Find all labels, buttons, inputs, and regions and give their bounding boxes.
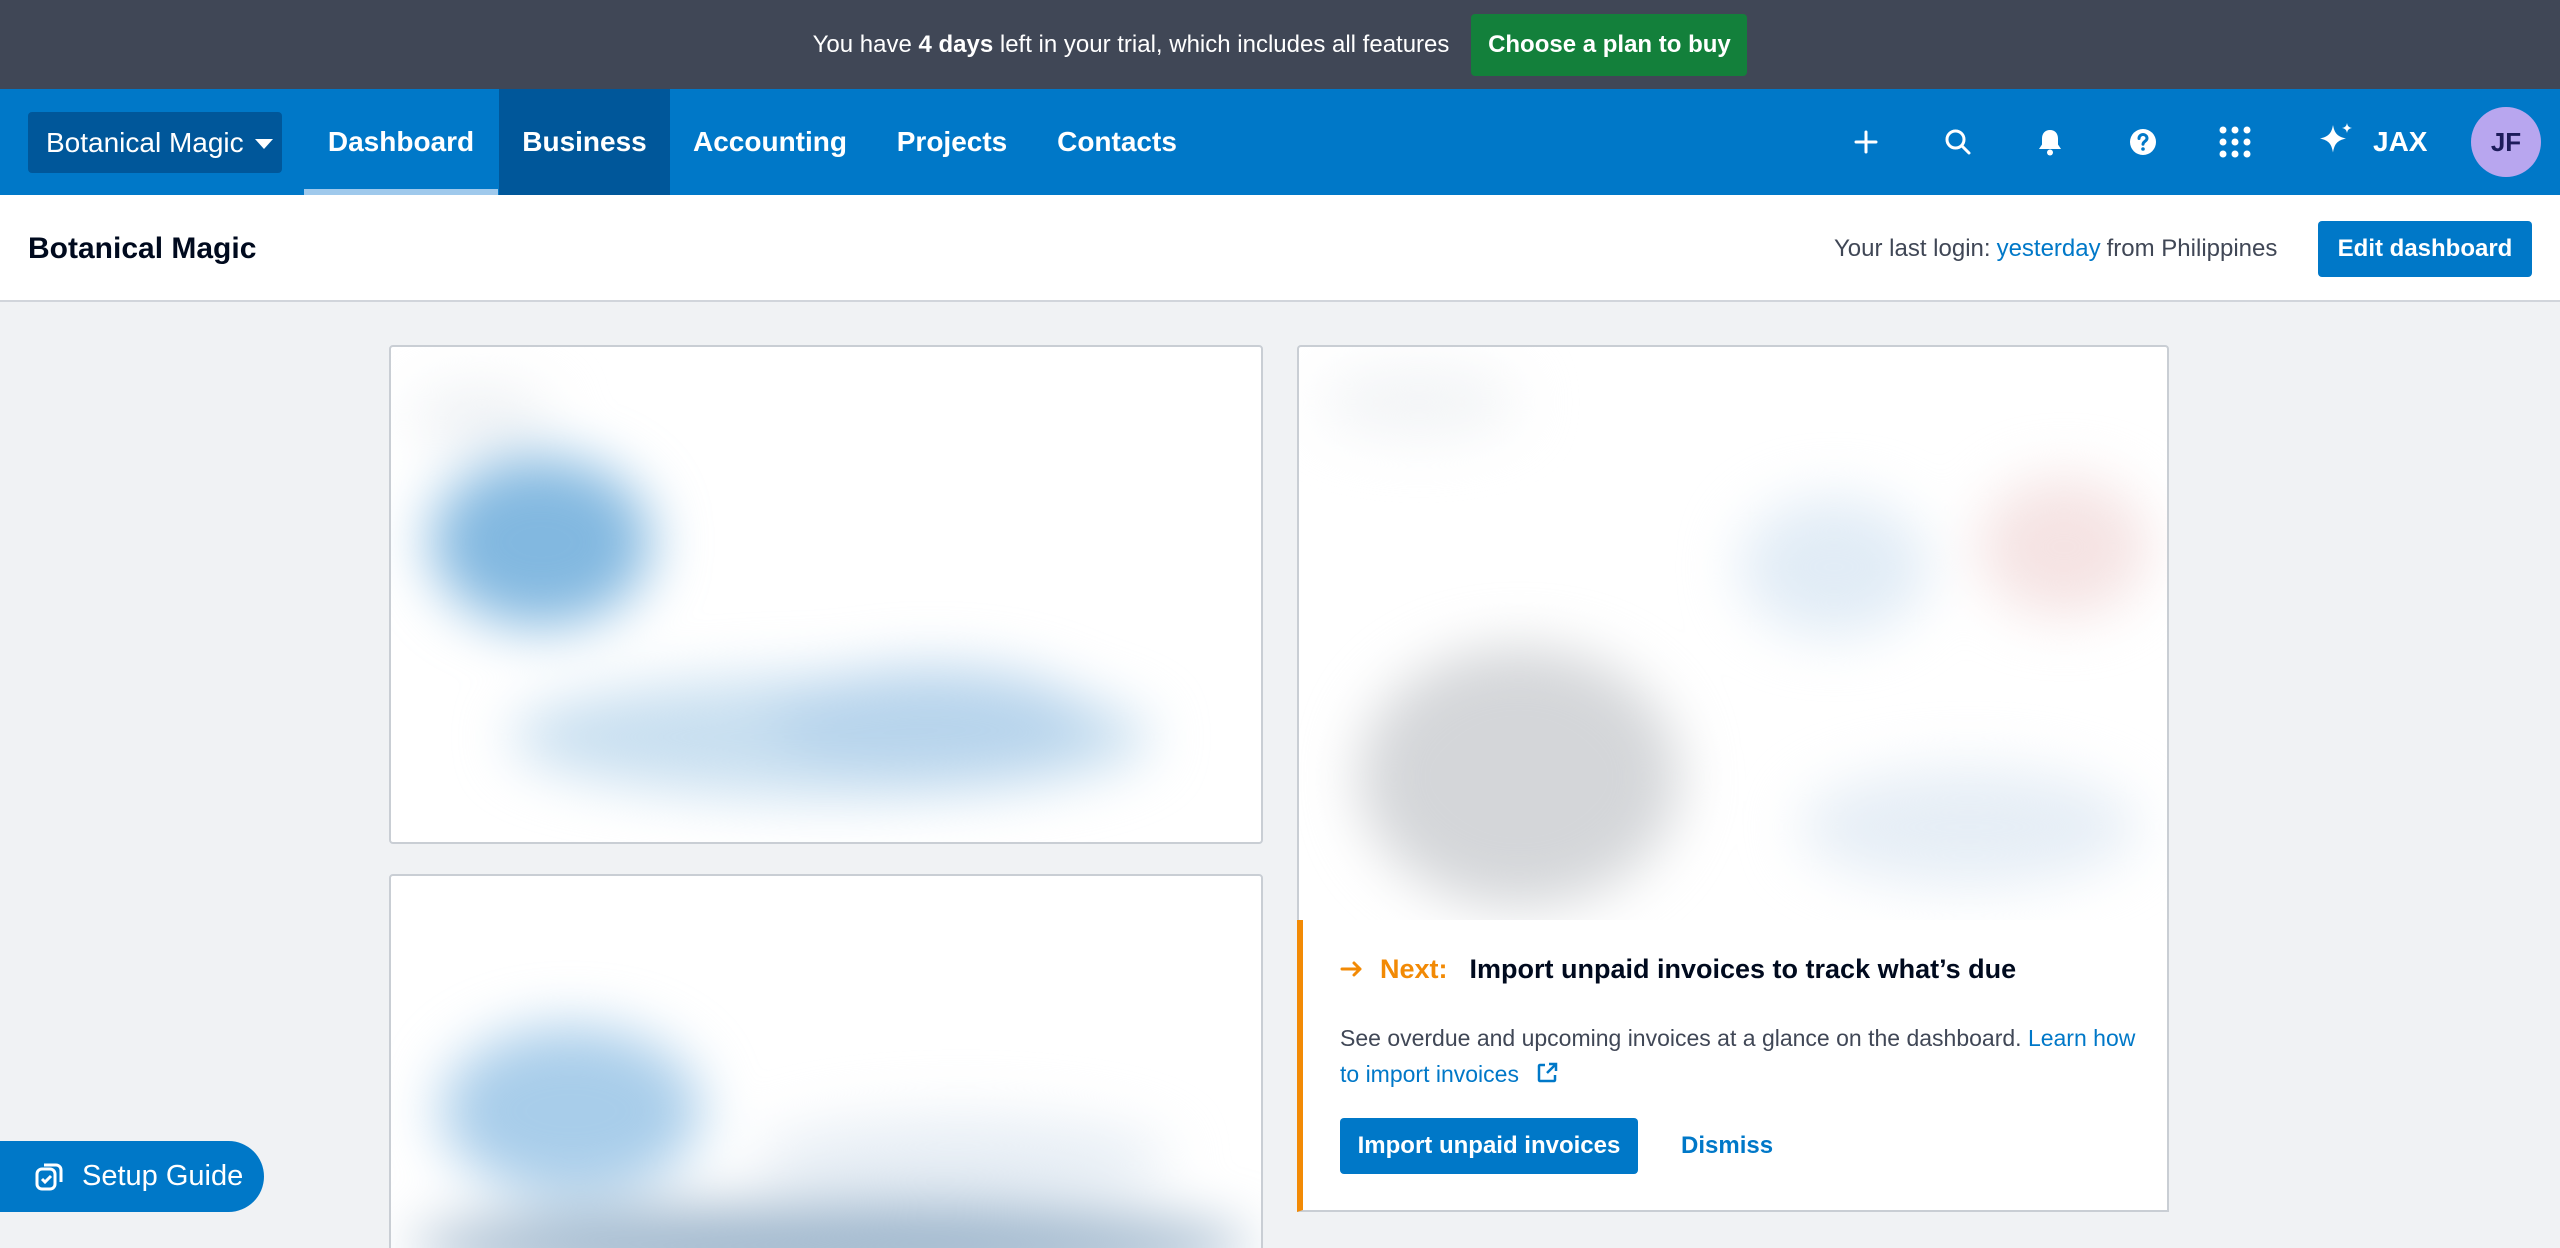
blurred-widget-bottom-left — [389, 874, 1263, 1248]
trial-banner: You have 4 days left in your trial, whic… — [0, 0, 2560, 89]
tab-contacts[interactable]: Contacts — [1046, 89, 1188, 195]
next-step-panel: Next: Import unpaid invoices to track wh… — [1297, 920, 2169, 1212]
next-step-description: See overdue and upcoming invoices at a g… — [1340, 1020, 2140, 1095]
org-switcher[interactable]: Botanical Magic — [28, 112, 282, 173]
tab-business[interactable]: Business — [499, 89, 670, 195]
setup-guide-button[interactable]: Setup Guide — [0, 1141, 264, 1212]
apps-grid-icon[interactable] — [2211, 89, 2259, 195]
tab-accounting[interactable]: Accounting — [680, 89, 860, 195]
page-header: Botanical Magic Your last login: yesterd… — [0, 195, 2560, 302]
page-title: Botanical Magic — [28, 231, 257, 265]
blurred-widget-top-left — [389, 345, 1263, 844]
next-label: Next: — [1380, 954, 1448, 984]
choose-plan-button[interactable]: Choose a plan to buy — [1471, 13, 1748, 76]
plus-icon[interactable] — [1842, 89, 1890, 195]
main-navbar: Botanical Magic Dashboard Business Accou… — [0, 89, 2560, 195]
trial-days: 4 days — [918, 30, 994, 58]
user-avatar[interactable]: JF — [2471, 107, 2541, 177]
next-step-title: Import unpaid invoices to track what’s d… — [1469, 954, 2017, 984]
arrow-right-icon — [1340, 954, 1364, 985]
jax-label[interactable]: JAX — [2373, 89, 2427, 195]
org-name: Botanical Magic — [46, 126, 244, 158]
search-icon[interactable] — [1934, 89, 1982, 195]
tab-dashboard[interactable]: Dashboard — [304, 89, 498, 195]
blurred-widget-right — [1297, 345, 2169, 923]
edit-dashboard-button[interactable]: Edit dashboard — [2318, 221, 2532, 277]
import-unpaid-invoices-button[interactable]: Import unpaid invoices — [1340, 1118, 1638, 1174]
tab-projects[interactable]: Projects — [882, 89, 1022, 195]
last-login-link[interactable]: yesterday — [1997, 235, 2101, 263]
trial-message: You have 4 days left in your trial, whic… — [812, 30, 1450, 58]
bell-icon[interactable] — [2026, 89, 2074, 195]
sparkle-icon[interactable] — [2314, 89, 2358, 195]
setup-guide-label: Setup Guide — [82, 1160, 244, 1192]
last-login-info: Your last login: yesterday from Philippi… — [1834, 234, 2278, 263]
dismiss-button[interactable]: Dismiss — [1681, 1118, 1773, 1174]
help-icon[interactable] — [2119, 89, 2167, 195]
external-link-icon[interactable] — [1535, 1059, 1559, 1095]
setup-guide-icon — [34, 1162, 64, 1192]
caret-down-icon — [254, 138, 273, 149]
next-step-heading: Next: Import unpaid invoices to track wh… — [1340, 954, 2016, 985]
